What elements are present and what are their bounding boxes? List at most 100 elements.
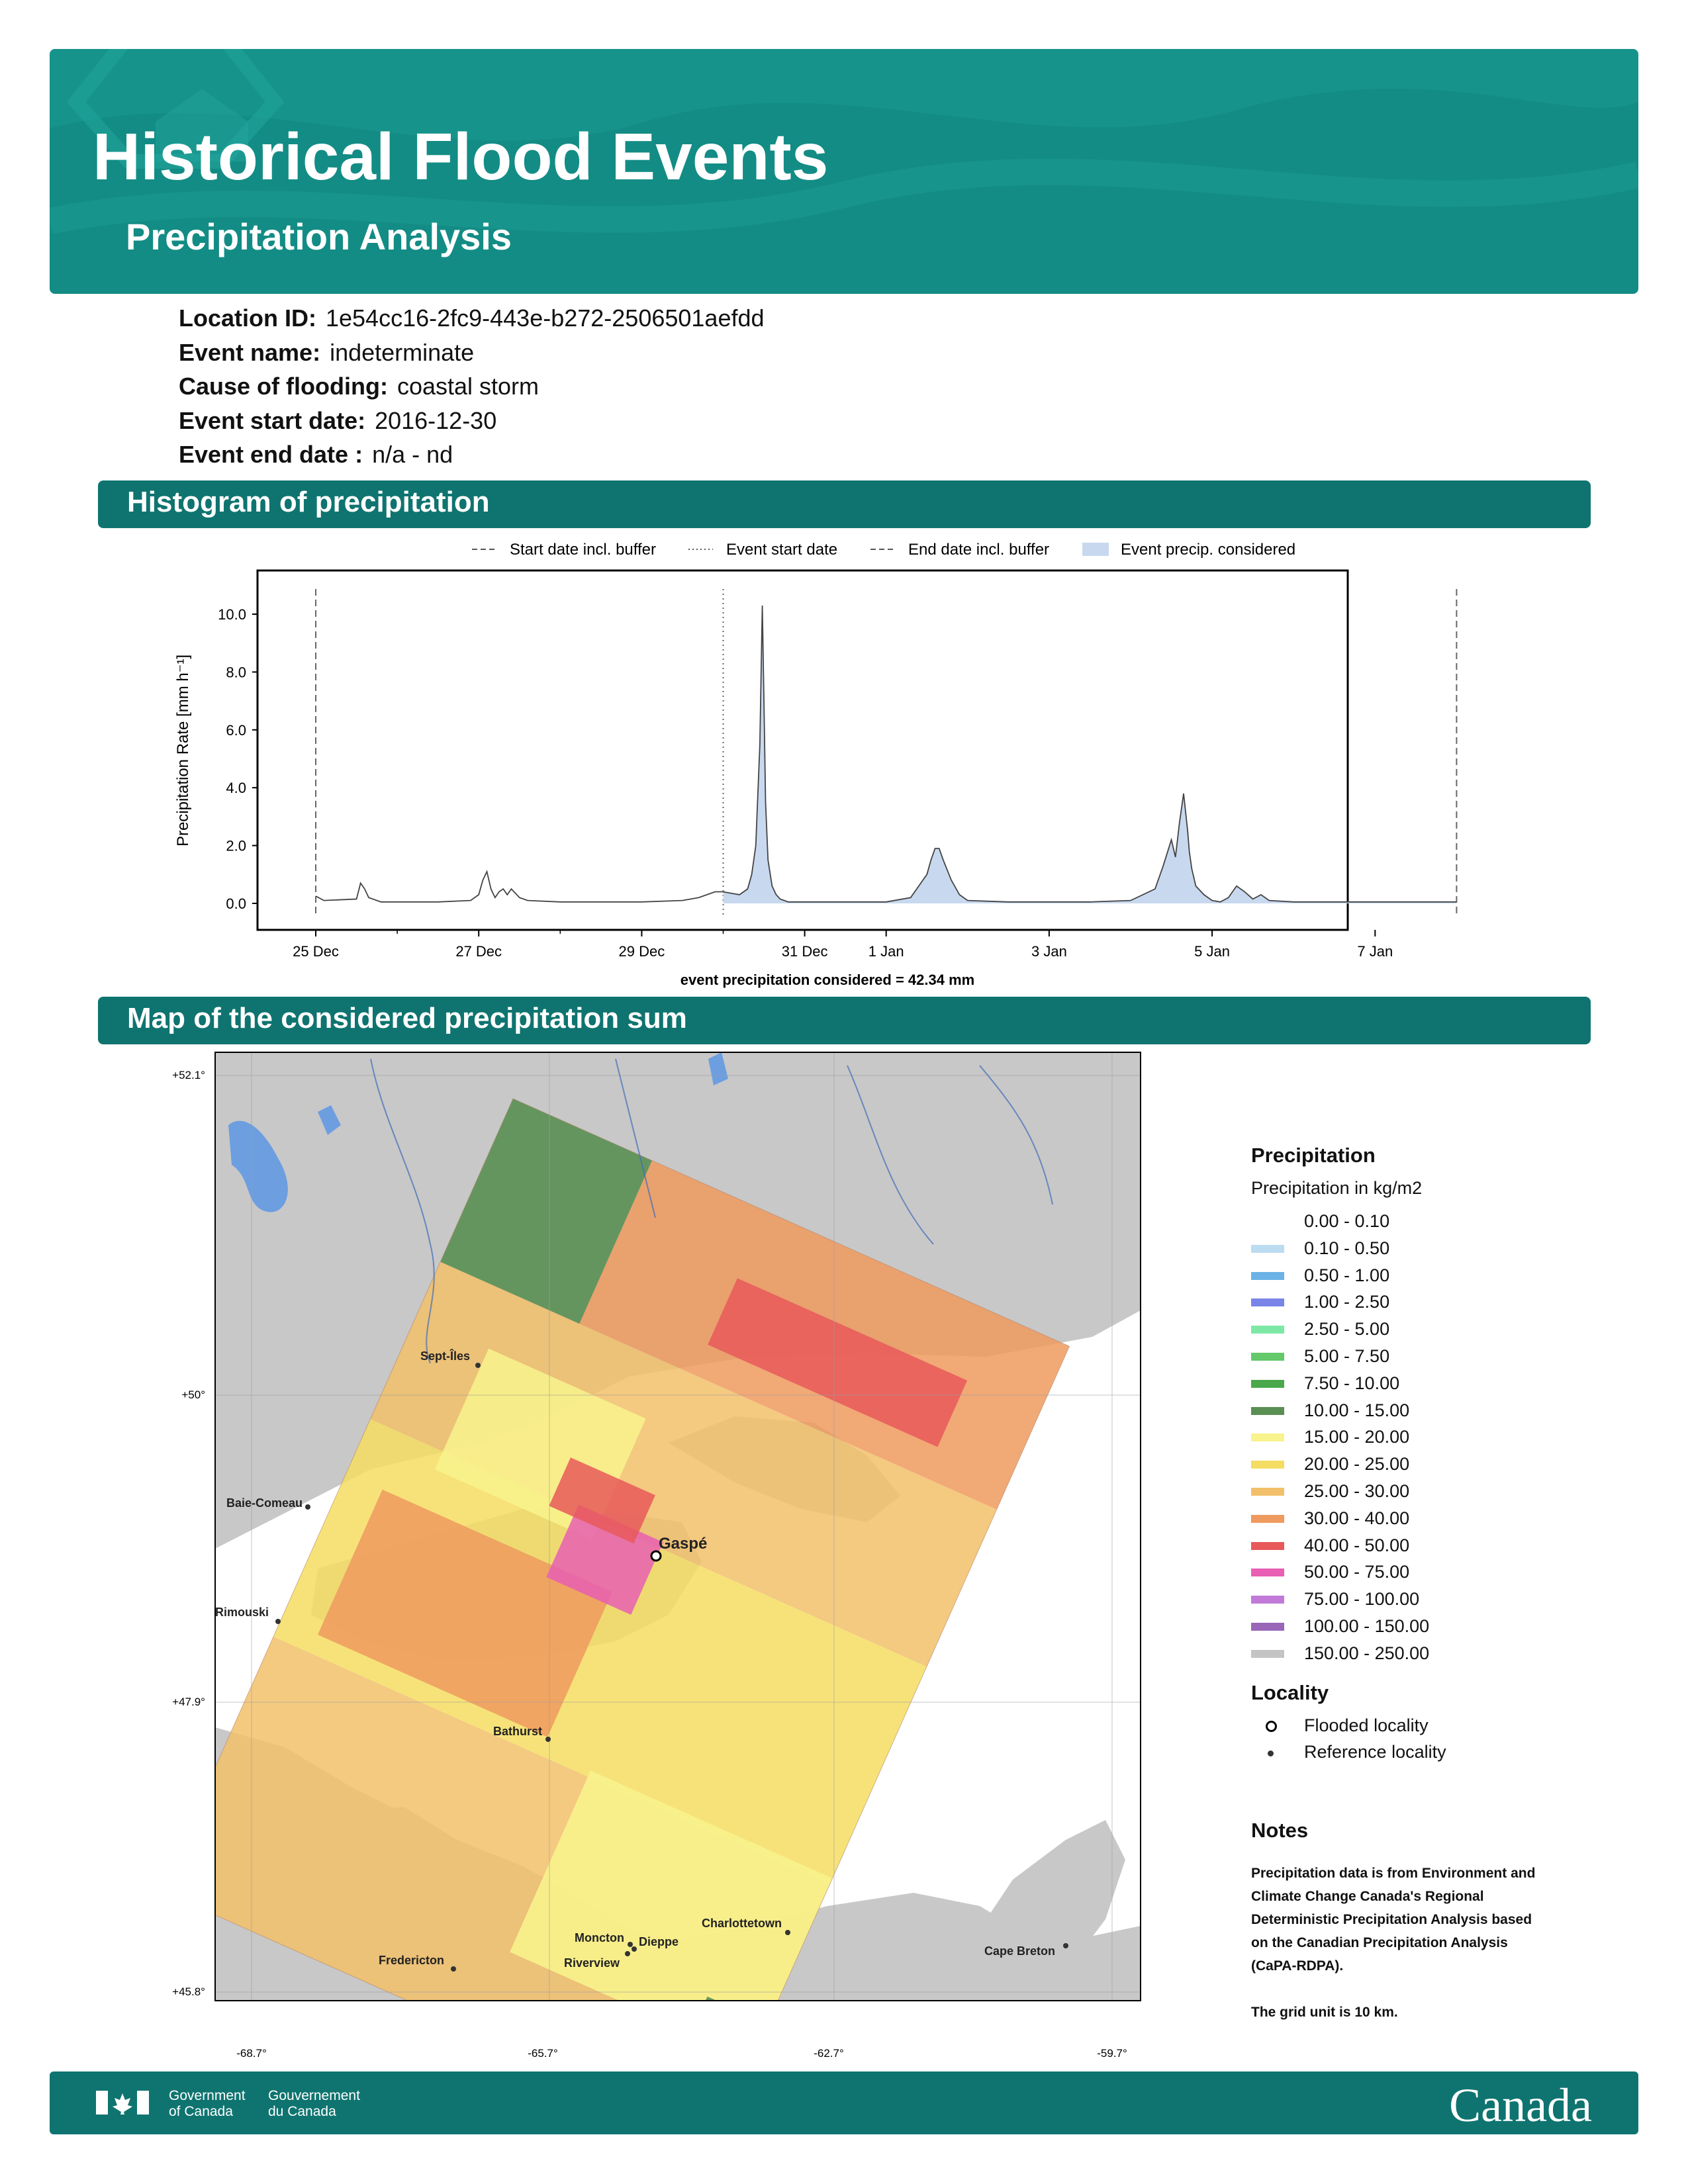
lat-label: +45.8°	[172, 1985, 205, 1998]
legend-swatch	[1251, 1433, 1284, 1442]
info-value: n/a - nd	[372, 441, 453, 468]
reference-marker	[632, 1946, 637, 1952]
note-line: Climate Change Canada's Regional	[1251, 1889, 1484, 1904]
legend-swatch	[1251, 1569, 1284, 1577]
info-label: Event name:	[179, 339, 321, 366]
legend-locality-title: Locality	[1251, 1681, 1329, 1704]
lon-label: -59.7°	[1097, 2047, 1127, 2060]
info-label: Event end date :	[179, 441, 363, 468]
info-event-name: Event name: indeterminate	[179, 339, 474, 367]
legend-event-start-label: Event start date	[726, 541, 837, 559]
lat-label: +50°	[181, 1388, 205, 1401]
y-tick-label: 4.0	[226, 780, 246, 796]
legend-precip-subtitle: Precipitation in kg/m2	[1251, 1178, 1423, 1198]
legend-class-label: 7.50 - 10.00	[1304, 1373, 1400, 1393]
legend-swatch	[1251, 1514, 1284, 1523]
legend-class-label: 1.00 - 2.50	[1304, 1292, 1390, 1312]
y-tick-label: 10.0	[218, 606, 246, 623]
legend-swatch	[1251, 1596, 1284, 1604]
legend-class-label: 100.00 - 150.00	[1304, 1616, 1430, 1636]
reference-marker	[305, 1504, 310, 1510]
flooded-locality-icon	[1266, 1721, 1277, 1732]
info-end-date: Event end date : n/a - nd	[179, 441, 453, 469]
lon-label: -65.7°	[528, 2047, 558, 2060]
legend-event-precip-label: Event precip. considered	[1121, 541, 1295, 559]
legend-swatch	[1251, 1353, 1284, 1361]
legend-swatch	[1251, 1218, 1284, 1226]
note-line: on the Canadian Precipitation Analysis	[1251, 1935, 1508, 1950]
legend-class-label: 25.00 - 30.00	[1304, 1481, 1410, 1501]
note-line: Deterministic Precipitation Analysis bas…	[1251, 1912, 1532, 1927]
x-tick-label: 29 Dec	[619, 943, 665, 960]
x-tick-label: 31 Dec	[782, 943, 828, 960]
section-title: Map of the considered precipitation sum	[127, 1002, 687, 1034]
legend-class-label: 5.00 - 7.50	[1304, 1346, 1390, 1366]
x-axis-label: event precipitation considered = 42.34 m…	[680, 972, 974, 988]
legend-swatch	[1251, 1461, 1284, 1469]
notes-text: Precipitation data is from Environment a…	[1251, 1862, 1535, 2024]
info-value: 2016-12-30	[375, 407, 497, 434]
legend-class-label: 0.00 - 0.10	[1304, 1211, 1390, 1231]
legend-swatch	[1251, 1379, 1284, 1388]
reference-marker	[545, 1737, 551, 1742]
legend-swatch	[1251, 1326, 1284, 1334]
legend-swatch	[1251, 1244, 1284, 1253]
x-tick-label: 5 Jan	[1194, 943, 1230, 960]
legend-swatch	[1251, 1623, 1284, 1631]
reference-marker	[275, 1619, 281, 1624]
x-tick-label: 25 Dec	[293, 943, 339, 960]
legend-swatch	[1251, 1298, 1284, 1307]
note-line: (CaPA-RDPA).	[1251, 1958, 1344, 1974]
y-tick-label: 0.0	[226, 895, 246, 912]
footer-gov-en: Government of Canada	[169, 2088, 246, 2119]
legend-class-label: 2.50 - 5.00	[1304, 1319, 1390, 1340]
reference-marker	[625, 1951, 630, 1956]
reference-marker	[785, 1930, 790, 1935]
notes-title: Notes	[1251, 1819, 1309, 1842]
legend-class-label: 15.00 - 20.00	[1304, 1427, 1410, 1447]
reference-marker	[451, 1966, 456, 1972]
x-tick-label: 1 Jan	[868, 943, 904, 960]
canada-flag-icon	[96, 2091, 149, 2115]
canada-wordmark: Canada	[1449, 2079, 1592, 2132]
y-axis-label: Precipitation Rate [mm h⁻¹]	[174, 655, 192, 846]
legend-swatch	[1251, 1541, 1284, 1550]
info-start-date: Event start date: 2016-12-30	[179, 407, 496, 435]
legend-class-label: 40.00 - 50.00	[1304, 1535, 1410, 1555]
place-label: Moncton	[575, 1931, 624, 1944]
event-precip-fill	[723, 605, 1457, 903]
y-tick-label: 6.0	[226, 722, 246, 739]
y-tick-label: 8.0	[226, 664, 246, 680]
legend-swatch	[1251, 1649, 1284, 1658]
plot-area: 0.0 2.0 4.0 6.0 8.0 10.0 25 Dec 27 Dec 29 Dec 31 …	[218, 589, 1458, 960]
x-tick-label: 3 Jan	[1031, 943, 1067, 960]
legend-swatch	[1251, 1271, 1284, 1280]
info-label: Event start date:	[179, 407, 366, 434]
place-label: Cape Breton	[984, 1944, 1055, 1958]
legend-precip-title: Precipitation	[1251, 1144, 1376, 1167]
info-location-id: Location ID: 1e54cc16-2fc9-443e-b272-2506…	[179, 304, 765, 332]
place-label: Rimouski	[215, 1606, 269, 1619]
x-tick-label: 27 Dec	[455, 943, 502, 960]
legend-swatch	[1251, 1488, 1284, 1496]
place-label: Gaspé	[659, 1535, 707, 1553]
legend-class-label: 0.10 - 0.50	[1304, 1238, 1390, 1258]
lon-label: -62.7°	[814, 2047, 844, 2060]
legend-class-label: 20.00 - 25.00	[1304, 1454, 1410, 1475]
precip-series-line	[315, 605, 1457, 903]
note-line: Precipitation data is from Environment a…	[1251, 1866, 1536, 1881]
place-label: Sept-Îles	[420, 1349, 470, 1363]
info-value: coastal storm	[397, 373, 539, 400]
legend-class-label: 30.00 - 40.00	[1304, 1508, 1410, 1528]
legend-class-label: 10.00 - 15.00	[1304, 1400, 1410, 1420]
footer-bar: Government of Canada Gouvernement du Can…	[50, 2071, 1638, 2134]
info-label: Cause of flooding:	[179, 373, 388, 400]
reference-marker	[475, 1363, 481, 1368]
legend-end-buffer-label: End date incl. buffer	[908, 541, 1049, 559]
y-tick-label: 2.0	[226, 838, 246, 854]
place-label: Fredericton	[379, 1954, 444, 1967]
section-title: Histogram of precipitation	[127, 486, 490, 518]
info-cause: Cause of flooding: coastal storm	[179, 373, 539, 400]
precipitation-map: +52.1° +50° +47.9° +45.8° -68.7° -65.7° …	[172, 1052, 1141, 2060]
lat-label: +52.1°	[172, 1069, 205, 1081]
